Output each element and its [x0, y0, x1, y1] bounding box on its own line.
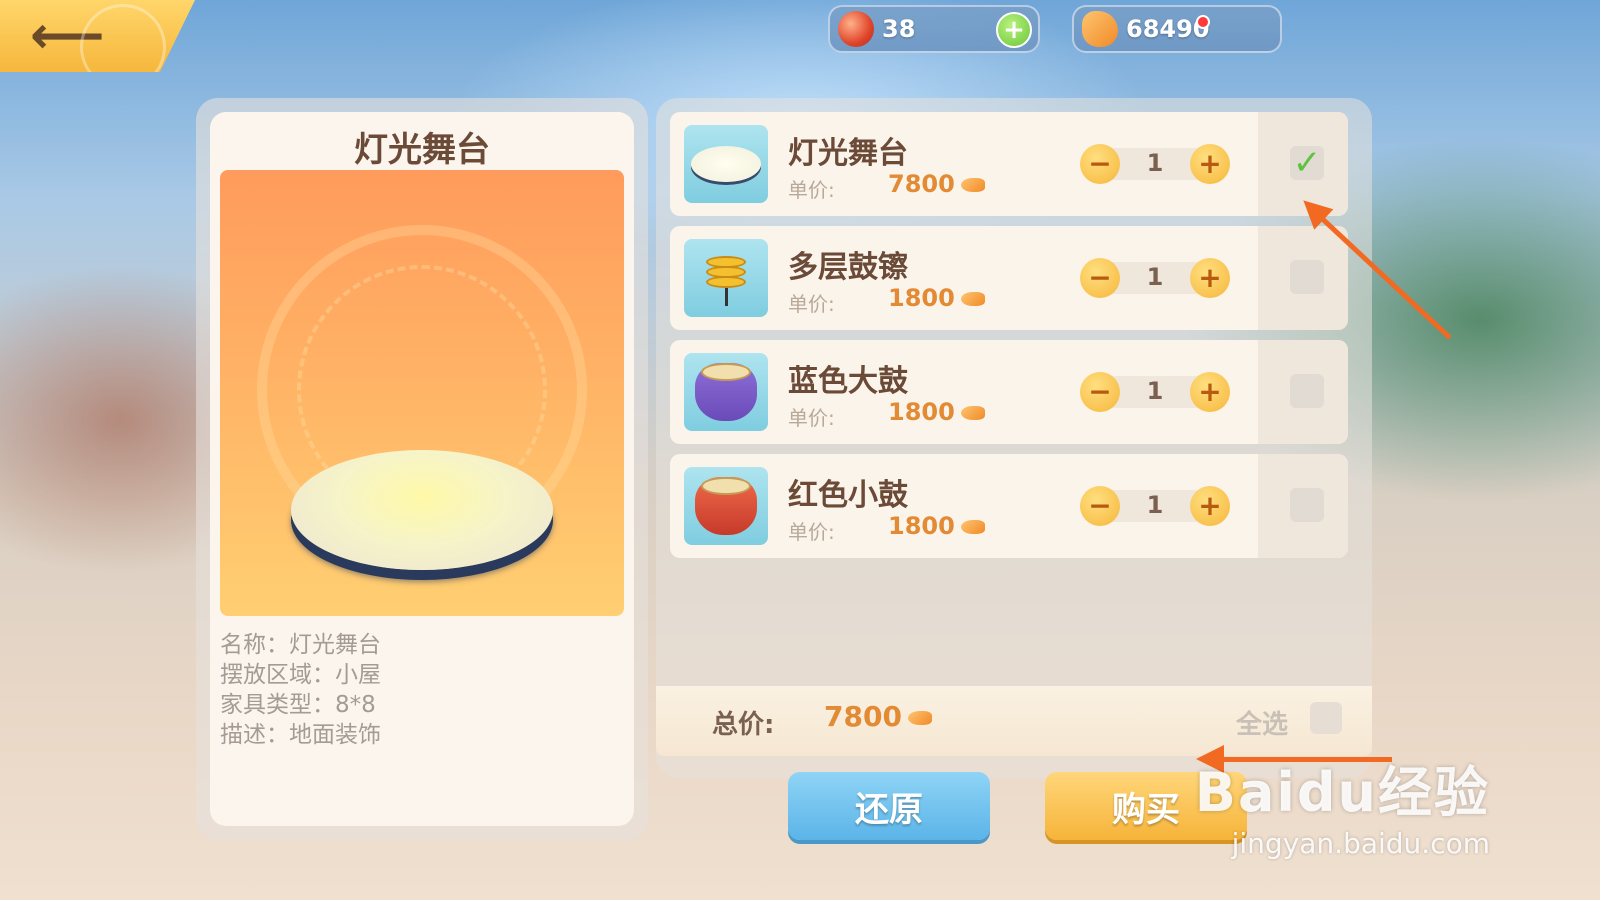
- detail-description: 描述：地面装饰: [220, 722, 381, 748]
- item-price: 1800: [888, 284, 985, 312]
- detail-area: 摆放区域：小屋: [220, 662, 381, 688]
- quantity-stepper: − 1 +: [1080, 486, 1230, 526]
- select-all-label: 全选: [1236, 710, 1289, 740]
- cart-item-row[interactable]: 灯光舞台 单价: 7800 − 1 + ✓: [670, 112, 1348, 216]
- detail-name: 名称：灯光舞台: [220, 632, 381, 658]
- increase-button[interactable]: +: [1190, 486, 1230, 526]
- quantity-stepper: − 1 +: [1080, 144, 1230, 184]
- watermark-url: jingyan.baidu.com: [1231, 827, 1490, 860]
- watermark: Baidu经验 jingyan.baidu.com: [1195, 748, 1490, 860]
- item-price: 7800: [888, 170, 985, 198]
- increase-button[interactable]: +: [1190, 372, 1230, 412]
- increase-button[interactable]: +: [1190, 258, 1230, 298]
- gold-counter: 68490: [1072, 5, 1282, 53]
- gold-shoe-icon: [960, 178, 985, 192]
- back-button[interactable]: ⟵: [0, 0, 195, 72]
- gold-shoe-icon: [907, 711, 932, 725]
- watermark-brand: Baidu经验: [1194, 761, 1490, 824]
- item-name: 红色小鼓: [788, 478, 908, 513]
- select-zone: [1258, 226, 1348, 330]
- item-price: 1800: [888, 512, 985, 540]
- price-label: 单价:: [788, 292, 835, 316]
- decrease-button[interactable]: −: [1080, 258, 1120, 298]
- increase-button[interactable]: +: [1190, 144, 1230, 184]
- red-drum-icon: [684, 467, 768, 545]
- gem-amount: 38: [882, 15, 916, 43]
- cart-item-row[interactable]: 蓝色大鼓 单价: 1800 − 1 +: [670, 340, 1348, 444]
- item-price: 1800: [888, 398, 985, 426]
- gold-shoe-icon: [960, 292, 985, 306]
- select-zone: [1258, 340, 1348, 444]
- add-gems-button[interactable]: +: [996, 12, 1032, 48]
- gold-shoe-icon: [1082, 11, 1118, 47]
- item-checkbox-checked[interactable]: ✓: [1290, 143, 1324, 183]
- detail-type: 家具类型：8*8: [220, 692, 376, 718]
- item-detail-panel: 灯光舞台 名称：灯光舞台 摆放区域：小屋 家具类型：8*8 描述：地面装饰: [196, 98, 648, 840]
- decrease-button[interactable]: −: [1080, 372, 1120, 412]
- decrease-button[interactable]: −: [1080, 486, 1120, 526]
- gold-shoe-icon: [960, 520, 985, 534]
- detail-info: 名称：灯光舞台 摆放区域：小屋 家具类型：8*8 描述：地面装饰: [220, 616, 624, 750]
- item-name: 灯光舞台: [788, 136, 908, 171]
- quantity-value: 1: [1146, 491, 1164, 519]
- item-checkbox[interactable]: [1290, 488, 1324, 522]
- quantity-value: 1: [1146, 149, 1164, 177]
- decrease-button[interactable]: −: [1080, 144, 1120, 184]
- decoration-circle: [80, 4, 166, 72]
- price-label: 单价:: [788, 406, 835, 430]
- light-stage-model: [291, 450, 553, 570]
- item-name: 多层鼓镲: [788, 250, 908, 285]
- cart-panel: 灯光舞台 单价: 7800 − 1 + ✓ 多层鼓镲 单价: 1800 − 1 …: [656, 98, 1372, 778]
- item-preview-image: [220, 170, 624, 616]
- quantity-value: 1: [1146, 377, 1164, 405]
- blue-drum-icon: [684, 353, 768, 431]
- total-price: 7800: [824, 700, 932, 733]
- cart-item-row[interactable]: 多层鼓镲 单价: 1800 − 1 +: [670, 226, 1348, 330]
- cymbal-icon: [684, 239, 768, 317]
- cart-item-row[interactable]: 红色小鼓 单价: 1800 − 1 +: [670, 454, 1348, 558]
- item-checkbox[interactable]: [1290, 260, 1324, 294]
- light-stage-icon: [684, 125, 768, 203]
- gem-counter: 38 +: [828, 5, 1040, 53]
- gold-shoe-icon: [960, 406, 985, 420]
- quantity-stepper: − 1 +: [1080, 372, 1230, 412]
- reset-button[interactable]: 还原: [788, 772, 990, 840]
- price-label: 单价:: [788, 178, 835, 202]
- select-zone: [1258, 454, 1348, 558]
- item-name: 蓝色大鼓: [788, 364, 908, 399]
- quantity-value: 1: [1146, 263, 1164, 291]
- gem-icon: [838, 11, 874, 47]
- price-label: 单价:: [788, 520, 835, 544]
- total-label: 总价:: [712, 710, 775, 740]
- detail-title: 灯光舞台: [354, 130, 490, 170]
- select-all-checkbox[interactable]: [1310, 702, 1342, 734]
- item-detail-card: 灯光舞台 名称：灯光舞台 摆放区域：小屋 家具类型：8*8 描述：地面装饰: [210, 112, 634, 826]
- quantity-stepper: − 1 +: [1080, 258, 1230, 298]
- item-checkbox[interactable]: [1290, 374, 1324, 408]
- notification-dot: [1196, 15, 1210, 29]
- total-bar: 总价: 7800 全选: [656, 686, 1372, 756]
